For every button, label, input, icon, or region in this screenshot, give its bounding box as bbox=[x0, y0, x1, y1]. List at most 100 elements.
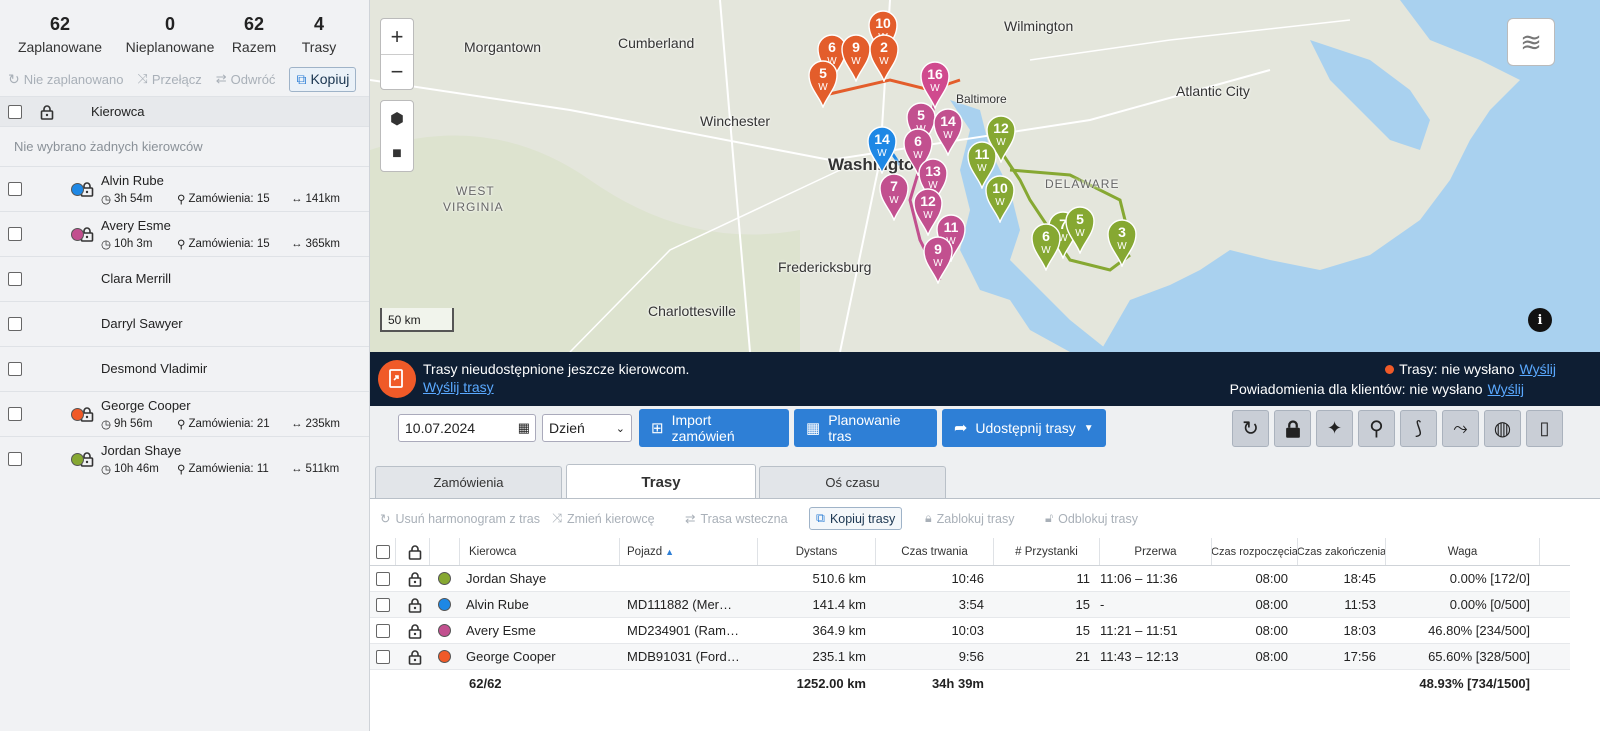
route-stop-pin[interactable]: 7W bbox=[879, 173, 909, 221]
change-driver-button[interactable]: ⤨ Zmień kierowcę bbox=[552, 511, 655, 526]
toggle-button[interactable]: ⤨ Przełącz bbox=[137, 71, 201, 87]
route-stop-pin[interactable]: 5W bbox=[1065, 206, 1095, 254]
routes-toolbar: ↻ Usuń harmonogram z tras ⤨ Zmień kierowcę… bbox=[370, 498, 1600, 538]
col-break[interactable]: Przerwa bbox=[1100, 538, 1212, 565]
row-lock-icon[interactable] bbox=[400, 644, 430, 669]
zoom-in-button[interactable]: + bbox=[391, 20, 404, 54]
import-icon: ⊞ bbox=[651, 420, 664, 437]
unplan-button[interactable]: ↻ Nie zaplanowano bbox=[8, 71, 123, 88]
lock-icon[interactable] bbox=[40, 104, 54, 120]
lock-icon[interactable] bbox=[40, 451, 94, 467]
route-stop-pin[interactable]: 10W bbox=[985, 175, 1015, 223]
row-lock-icon[interactable] bbox=[400, 618, 430, 643]
zoom-out-button[interactable]: − bbox=[381, 53, 413, 89]
driver-row[interactable]: Alvin Rube ◷ 3h 54m ⚲ Zamówienia: 15 ↔ 141km bbox=[0, 166, 369, 211]
row-lock-icon[interactable] bbox=[400, 592, 430, 617]
col-weight[interactable]: Waga bbox=[1386, 538, 1540, 565]
row-checkbox[interactable] bbox=[376, 623, 390, 638]
driver-checkbox[interactable] bbox=[8, 362, 22, 376]
stat-total: 62 Razem bbox=[231, 14, 277, 55]
tab-routes[interactable]: Trasy bbox=[566, 464, 756, 499]
select-all-routes-checkbox[interactable] bbox=[376, 544, 390, 559]
lock-icon[interactable] bbox=[40, 406, 94, 422]
row-lock-icon[interactable] bbox=[400, 566, 430, 591]
row-driver: Alvin Rube bbox=[466, 597, 529, 612]
lock-icon[interactable] bbox=[40, 181, 94, 197]
unschedule-routes-button[interactable]: ↻ Usuń harmonogram z tras bbox=[380, 511, 540, 527]
route-stop-pin[interactable]: 9W bbox=[841, 34, 871, 82]
driver-row[interactable]: Darryl Sawyer bbox=[0, 301, 369, 346]
reverse-route-button[interactable]: ⇄ Trasa wsteczna bbox=[685, 511, 788, 527]
map-view[interactable]: Wilmington Morgantown Cumberland Atlanti… bbox=[370, 0, 1600, 352]
tab-orders[interactable]: Zamówienia bbox=[375, 466, 562, 498]
col-start-time[interactable]: Czas rozpoczęcia bbox=[1212, 538, 1298, 565]
driver-row[interactable]: Avery Esme ◷ 10h 3m ⚲ Zamówienia: 15 ↔ 365km bbox=[0, 211, 369, 256]
polygon-draw-icon[interactable]: ⬢ bbox=[390, 109, 404, 129]
globe-button[interactable]: ◍ bbox=[1484, 410, 1521, 447]
send-routes-link[interactable]: Wyślij trasy bbox=[423, 379, 494, 395]
driver-row[interactable]: Clara Merrill bbox=[0, 256, 369, 301]
row-checkbox[interactable] bbox=[376, 649, 390, 664]
select-all-checkbox[interactable] bbox=[8, 104, 22, 119]
stat-routes: 4 Trasy bbox=[301, 14, 337, 55]
lock-routes-button[interactable]: 🔒︎ Zablokuj trasy bbox=[925, 511, 1014, 526]
rectangle-draw-icon[interactable]: ■ bbox=[392, 145, 402, 163]
route-stop-pin[interactable]: 3W bbox=[1107, 219, 1137, 267]
routes-status: Trasy: nie wysłano Wyślij bbox=[1385, 361, 1556, 377]
lock-button[interactable] bbox=[1274, 410, 1311, 447]
copy-button[interactable]: ⧉ Kopiuj bbox=[289, 66, 357, 92]
driver-row[interactable]: George Cooper ◷ 9h 56m ⚲ Zamówienia: 21 ↔ 235k… bbox=[0, 391, 369, 436]
driver-checkbox[interactable] bbox=[8, 272, 22, 286]
city-label: Atlantic City bbox=[1176, 83, 1250, 99]
location-button[interactable]: ⚲ bbox=[1358, 410, 1395, 447]
undo-icon: ↻ bbox=[8, 70, 20, 87]
plan-routes-button[interactable]: ▦ Planowanie tras bbox=[794, 409, 937, 447]
driver-row[interactable]: Jordan Shaye ◷ 10h 46m ⚲ Zamówienia: 11 ↔ 511k… bbox=[0, 436, 369, 481]
col-distance[interactable]: Dystans bbox=[758, 538, 876, 565]
driver-row[interactable]: Desmond Vladimir bbox=[0, 346, 369, 391]
import-orders-button[interactable]: ⊞ Import zamówień bbox=[639, 409, 789, 447]
period-select[interactable]: Dzień ⌄ bbox=[542, 414, 632, 442]
lock-icon[interactable] bbox=[408, 544, 422, 560]
route-optimize-button[interactable]: ⤳ bbox=[1442, 410, 1479, 447]
table-row[interactable]: Avery Esme MD234901 (Ram… 364.9 km 10:03 15 1… bbox=[370, 618, 1570, 644]
send-notifications-link[interactable]: Wyślij bbox=[1488, 381, 1524, 397]
left-toolbar: ↻ Nie zaplanowano ⤨ Przełącz ⇄ Odwróć ⧉ Kopi… bbox=[0, 62, 369, 96]
route-stop-pin[interactable]: 6W bbox=[1031, 223, 1061, 271]
row-checkbox[interactable] bbox=[376, 597, 390, 612]
route-path-button[interactable]: ⟆ bbox=[1400, 410, 1437, 447]
driver-checkbox[interactable] bbox=[8, 182, 22, 196]
col-duration[interactable]: Czas trwania bbox=[876, 538, 994, 565]
route-stop-pin[interactable]: 2W bbox=[869, 34, 899, 82]
row-checkbox[interactable] bbox=[376, 571, 390, 586]
col-vehicle[interactable]: Pojazd ▲ bbox=[620, 538, 758, 565]
share-routes-button[interactable]: ➦ Udostępnij trasy ▼ bbox=[942, 409, 1106, 447]
col-stops[interactable]: # Przystanki bbox=[994, 538, 1100, 565]
unlock-routes-button[interactable]: 🔓︎ Odblokuj trasy bbox=[1045, 511, 1138, 526]
driver-checkbox[interactable] bbox=[8, 452, 22, 466]
table-row[interactable]: Alvin Rube MD111882 (Mer… 141.4 km 3:54 15- 0… bbox=[370, 592, 1570, 618]
table-row[interactable]: Jordan Shaye 510.6 km 10:46 11 11:06 – 11:36… bbox=[370, 566, 1570, 592]
route-stop-pin[interactable]: 5W bbox=[808, 60, 838, 108]
refresh-button[interactable]: ↻ bbox=[1232, 410, 1269, 447]
date-input[interactable]: 10.07.2024 ▦ bbox=[398, 414, 536, 442]
driver-checkbox[interactable] bbox=[8, 407, 22, 421]
col-end-time[interactable]: Czas zakończenia bbox=[1298, 538, 1386, 565]
send-link[interactable]: Wyślij bbox=[1520, 361, 1556, 377]
layers-button[interactable]: ≋ bbox=[1507, 18, 1555, 66]
col-driver[interactable]: Kierowca bbox=[460, 538, 620, 565]
driver-checkbox[interactable] bbox=[8, 227, 22, 241]
copy-routes-button[interactable]: ⧉ Kopiuj trasy bbox=[809, 507, 903, 530]
reverse-button[interactable]: ⇄ Odwróć bbox=[216, 71, 276, 87]
calendar-icon[interactable]: ▦ bbox=[518, 420, 530, 436]
driver-checkbox[interactable] bbox=[8, 317, 22, 331]
marker-note-button[interactable]: ✦ bbox=[1316, 410, 1353, 447]
route-stop-pin[interactable]: 14 W bbox=[933, 108, 963, 156]
panel-toggle-button[interactable]: ▯ bbox=[1526, 410, 1563, 447]
tab-timeline[interactable]: Oś czasu bbox=[759, 466, 946, 498]
table-row[interactable]: George Cooper MDB91031 (Ford… 235.1 km 9:56… bbox=[370, 644, 1570, 670]
route-stop-pin[interactable]: 14 W bbox=[867, 126, 897, 174]
route-stop-pin[interactable]: 9W bbox=[923, 236, 953, 284]
lock-icon[interactable] bbox=[40, 226, 94, 242]
info-icon[interactable]: i bbox=[1528, 308, 1552, 332]
